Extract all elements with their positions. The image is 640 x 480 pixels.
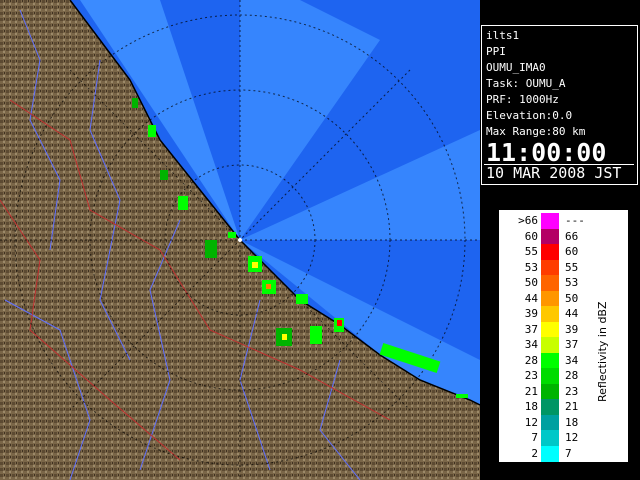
legend-lower-bound: 60 <box>524 229 538 243</box>
legend-upper-bound: 37 <box>565 338 579 351</box>
legend-upper-bound: 18 <box>565 415 579 429</box>
legend-row: 27 <box>500 445 627 462</box>
legend-color-swatch <box>541 399 559 415</box>
legend-color-swatch <box>541 352 559 369</box>
legend-lower-bound: 50 <box>524 276 538 289</box>
legend-upper-bound: 60 <box>565 245 579 258</box>
legend-row: 7 12 <box>500 430 627 446</box>
legend-upper-bound: 7 <box>565 446 572 460</box>
legend-upper-bound: --- <box>565 214 585 227</box>
legend-color-swatch <box>541 430 559 446</box>
legend-upper-bound: 55 <box>565 260 579 274</box>
legend-color-swatch <box>541 244 559 260</box>
legend-color-swatch <box>541 213 559 229</box>
legend-lower-bound: 53 <box>524 260 538 274</box>
info-task: Task: OUMU_A <box>486 77 566 90</box>
legend-color-swatch <box>541 445 559 462</box>
legend-color-swatch <box>541 414 559 431</box>
legend-row: 55 60 <box>500 244 627 260</box>
legend-upper-bound: 39 <box>565 322 579 336</box>
legend-lower-bound: 34 <box>524 338 538 351</box>
legend-row: 50 53 <box>500 275 627 291</box>
info-site: ilts1 <box>486 29 520 42</box>
legend-color-swatch <box>541 321 559 338</box>
legend-lower-bound: 37 <box>524 322 538 336</box>
legend-upper-bound: 23 <box>565 384 579 398</box>
legend-lower-bound: 39 <box>524 307 538 320</box>
radar-ppi-display[interactable] <box>0 0 480 480</box>
legend-upper-bound: 34 <box>565 353 579 367</box>
legend-lower-bound: 55 <box>524 245 538 258</box>
legend-row: 12 18 <box>500 414 627 431</box>
legend-color-swatch <box>541 290 559 307</box>
legend-lower-bound: >66 <box>518 214 538 227</box>
observation-date: 10 MAR 2008 JST <box>484 164 634 182</box>
legend-lower-bound: 7 <box>531 431 538 444</box>
legend-color-swatch <box>541 368 559 384</box>
legend-upper-bound: 28 <box>565 369 579 382</box>
radar-info-panel: ilts1 PPI OUMU_IMA0 Task: OUMU_A PRF: 10… <box>481 25 638 185</box>
legend-unit-label: Reflectivity in dBZ <box>596 301 609 402</box>
legend-row: >66 --- <box>500 213 627 229</box>
legend-lower-bound: 12 <box>524 415 538 429</box>
info-station: OUMU_IMA0 <box>486 61 546 74</box>
info-prf: PRF: 1000Hz <box>486 93 559 106</box>
legend-lower-bound: 2 <box>531 446 538 460</box>
legend-color-swatch <box>541 228 559 245</box>
legend-lower-bound: 44 <box>524 291 538 305</box>
legend-lower-bound: 18 <box>524 400 538 413</box>
legend-lower-bound: 21 <box>524 384 538 398</box>
legend-upper-bound: 66 <box>565 229 579 243</box>
legend-upper-bound: 12 <box>565 431 579 444</box>
legend-row: 60 66 <box>500 228 627 245</box>
legend-color-swatch <box>541 306 559 322</box>
legend-upper-bound: 44 <box>565 307 579 320</box>
legend-row: 53 55 <box>500 259 627 276</box>
info-mode: PPI <box>486 45 506 58</box>
info-elevation: Elevation:0.0 <box>486 109 573 122</box>
legend-lower-bound: 28 <box>524 353 538 367</box>
info-max-range: Max Range:80 km <box>486 125 586 138</box>
legend-upper-bound: 53 <box>565 276 579 289</box>
legend-upper-bound: 21 <box>565 400 579 413</box>
legend-color-swatch <box>541 275 559 291</box>
legend-color-swatch <box>541 337 559 353</box>
legend-lower-bound: 23 <box>524 369 538 382</box>
legend-color-swatch <box>541 259 559 276</box>
observation-time: 11:00:00 <box>486 138 607 167</box>
legend-color-swatch <box>541 383 559 400</box>
legend-upper-bound: 50 <box>565 291 579 305</box>
